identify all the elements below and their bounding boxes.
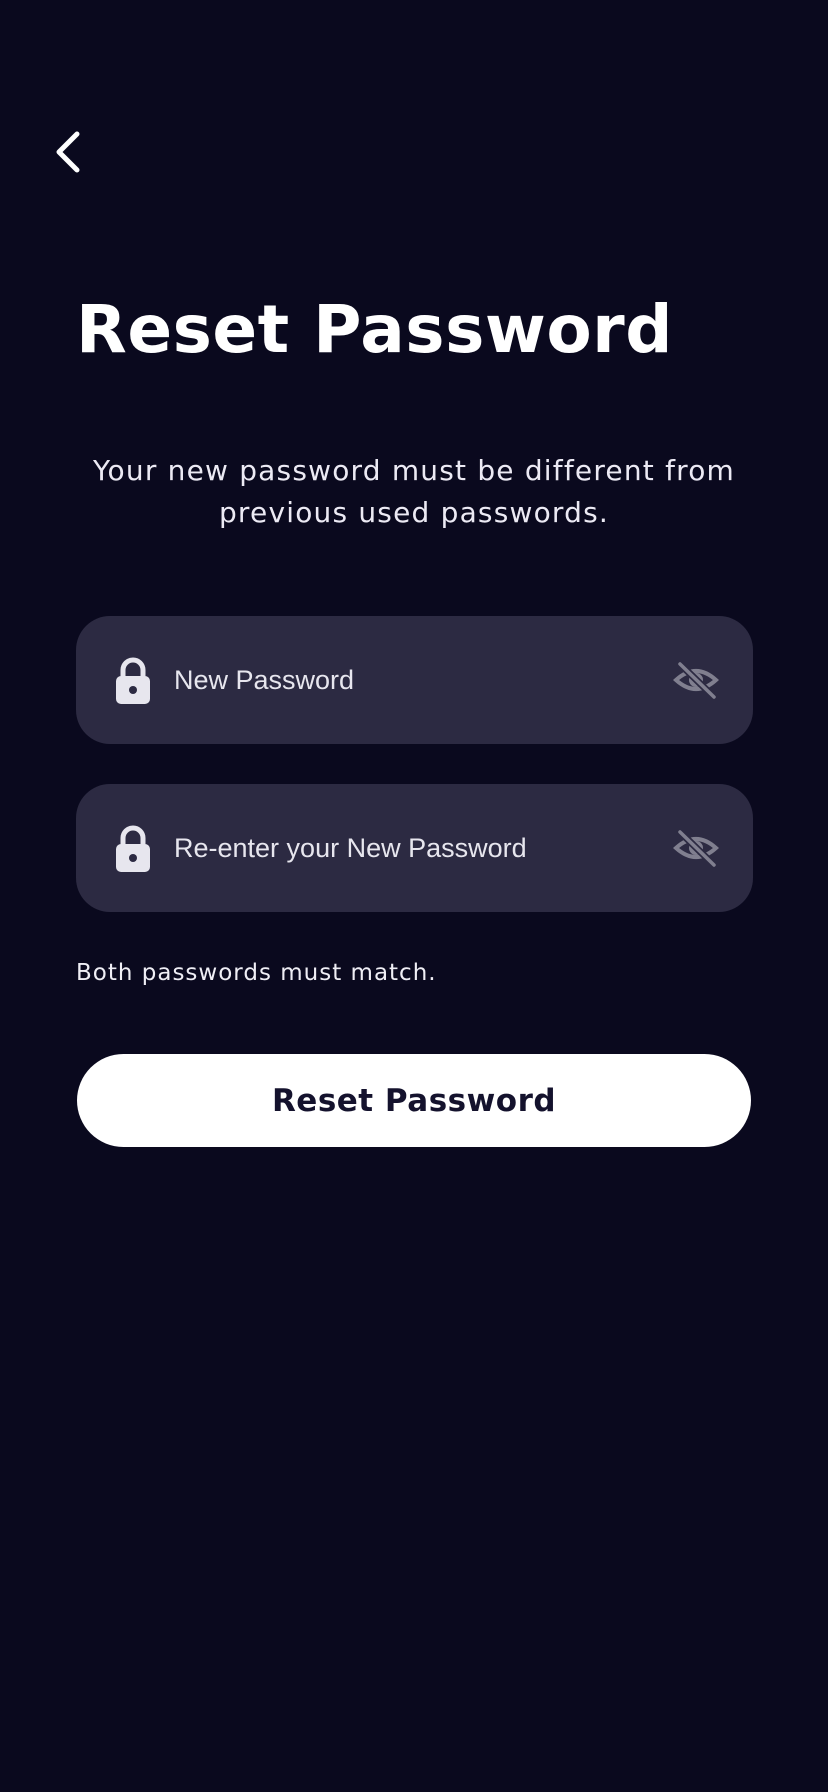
confirm-password-input[interactable] bbox=[174, 818, 614, 878]
eye-off-icon[interactable] bbox=[673, 828, 719, 868]
page-title: Reset Password bbox=[76, 291, 673, 368]
eye-off-icon[interactable] bbox=[673, 660, 719, 700]
reset-password-button[interactable]: Reset Password bbox=[77, 1054, 751, 1147]
lock-icon bbox=[116, 825, 150, 872]
page-subtitle: Your new password must be different from… bbox=[92, 454, 736, 529]
back-button[interactable] bbox=[46, 124, 90, 180]
chevron-left-icon bbox=[56, 131, 80, 173]
confirm-password-field[interactable] bbox=[76, 784, 753, 912]
lock-icon bbox=[116, 657, 150, 704]
new-password-input[interactable] bbox=[174, 650, 614, 710]
password-match-hint: Both passwords must match. bbox=[76, 960, 437, 986]
new-password-field[interactable] bbox=[76, 616, 753, 744]
